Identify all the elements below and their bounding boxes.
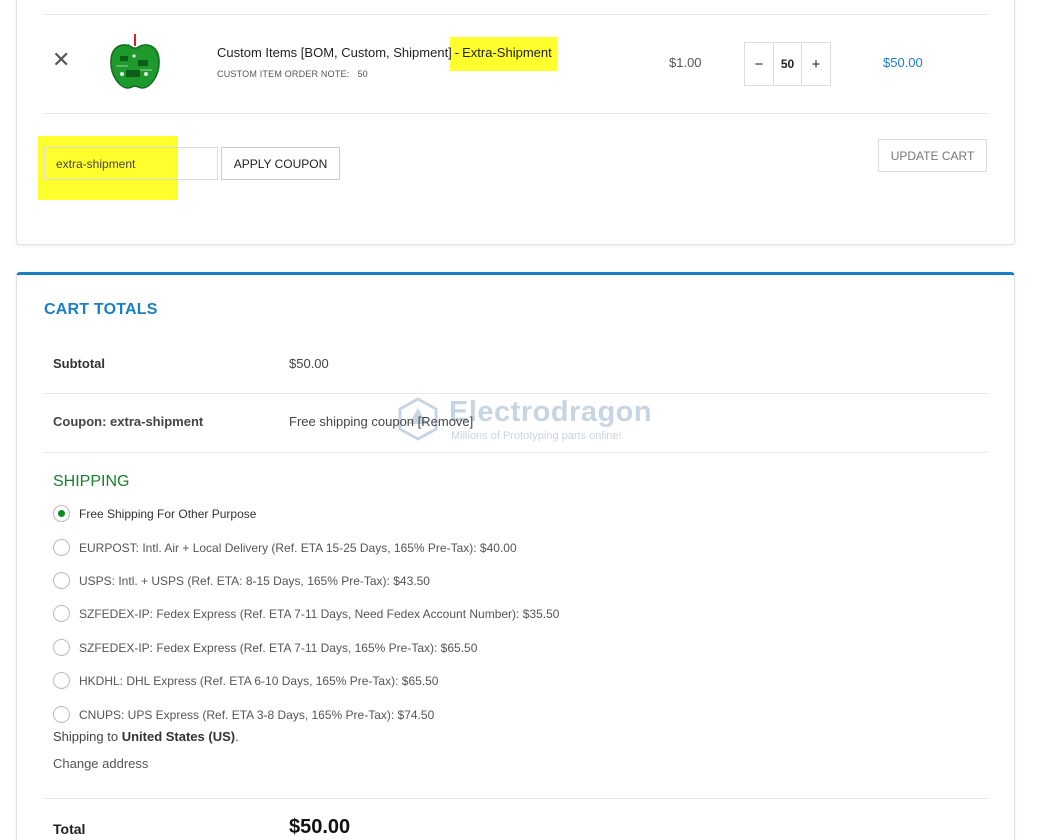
shipping-option[interactable]: EURPOST: Intl. Air + Local Delivery (Ref…	[53, 539, 517, 556]
product-name[interactable]: Custom Items [BOM, Custom, Shipment] - Ext…	[217, 45, 552, 60]
shipping-option[interactable]: SZFEDEX-IP: Fedex Express (Ref. ETA 7-11…	[53, 605, 559, 622]
radio-unchecked-icon[interactable]	[53, 706, 70, 723]
shipping-option[interactable]: SZFEDEX-IP: Fedex Express (Ref. ETA 7-11…	[53, 639, 477, 656]
quantity-stepper[interactable]: − 50 +	[744, 42, 831, 86]
shipping-option[interactable]: CNUPS: UPS Express (Ref. ETA 3-8 Days, 1…	[53, 706, 434, 723]
update-cart-button[interactable]: UPDATE CART	[878, 139, 987, 172]
shipping-heading: SHIPPING	[53, 473, 130, 490]
subtotal-label: Subtotal	[53, 356, 105, 371]
item-line-total: $50.00	[883, 55, 923, 70]
shipping-option-label[interactable]: HKDHL: DHL Express (Ref. ETA 6-10 Days, …	[79, 674, 438, 688]
radio-unchecked-icon[interactable]	[53, 639, 70, 656]
coupon-label: Coupon: extra-shipment	[53, 414, 204, 429]
watermark-brand: Electrodragon	[449, 396, 653, 428]
product-order-note: CUSTOM ITEM ORDER NOTE: 50	[217, 69, 368, 79]
divider	[44, 798, 987, 799]
shipping-option[interactable]: USPS: Intl. + USPS (Ref. ETA: 8-15 Days,…	[53, 572, 430, 589]
ship-to-prefix: Shipping to	[53, 729, 119, 744]
ship-to-country: United States (US)	[121, 729, 236, 744]
divider	[44, 14, 987, 15]
cart-totals-title: CART TOTALS	[44, 301, 158, 318]
shipping-option-label[interactable]: CNUPS: UPS Express (Ref. ETA 3-8 Days, 1…	[79, 708, 434, 722]
coupon-remove-link[interactable]: Free shipping coupon [Remove]	[289, 414, 473, 429]
order-note-label: CUSTOM ITEM ORDER NOTE:	[217, 69, 350, 79]
watermark-tagline: Millions of Prototyping parts online!	[451, 430, 622, 442]
order-note-value: 50	[357, 69, 368, 79]
item-price: $1.00	[669, 55, 702, 70]
product-name-variant[interactable]: Extra-Shipment	[462, 45, 552, 60]
shipping-option-label[interactable]: SZFEDEX-IP: Fedex Express (Ref. ETA 7-11…	[79, 641, 477, 655]
shipping-destination: Shipping to United States (US).	[53, 729, 239, 744]
remove-item-icon[interactable]: ✕	[52, 48, 70, 72]
shipping-option-label[interactable]: SZFEDEX-IP: Fedex Express (Ref. ETA 7-11…	[79, 607, 559, 621]
cart-totals-card	[16, 272, 1015, 840]
shipping-option-label[interactable]: Free Shipping For Other Purpose	[79, 507, 256, 521]
apply-coupon-button[interactable]: APPLY COUPON	[221, 147, 340, 180]
radio-unchecked-icon[interactable]	[53, 605, 70, 622]
radio-checked-icon[interactable]	[53, 505, 70, 522]
shipping-option-label[interactable]: USPS: Intl. + USPS (Ref. ETA: 8-15 Days,…	[79, 574, 430, 588]
product-name-separator: -	[454, 45, 460, 60]
shipping-option[interactable]: HKDHL: DHL Express (Ref. ETA 6-10 Days, …	[53, 672, 438, 689]
shipping-option-label[interactable]: EURPOST: Intl. Air + Local Delivery (Ref…	[79, 541, 517, 555]
shipping-option[interactable]: Free Shipping For Other Purpose	[53, 505, 256, 522]
change-address-link[interactable]: Change address	[53, 756, 148, 771]
radio-unchecked-icon[interactable]	[53, 672, 70, 689]
radio-unchecked-icon[interactable]	[53, 539, 70, 556]
order-total-value: $50.00	[289, 816, 351, 838]
order-total-label: Total	[53, 821, 86, 837]
quantity-increase-button[interactable]: +	[802, 43, 830, 85]
coupon-code-input[interactable]	[44, 147, 218, 180]
quantity-input[interactable]: 50	[773, 43, 802, 85]
product-name-main[interactable]: Custom Items [BOM, Custom, Shipment]	[217, 45, 452, 60]
radio-unchecked-icon[interactable]	[53, 572, 70, 589]
divider	[44, 393, 987, 394]
divider	[44, 113, 987, 114]
quantity-decrease-button[interactable]: −	[745, 43, 773, 85]
subtotal-value: $50.00	[289, 356, 329, 371]
divider	[44, 452, 987, 453]
product-thumbnail[interactable]	[98, 30, 168, 94]
ship-to-suffix: .	[235, 729, 239, 744]
